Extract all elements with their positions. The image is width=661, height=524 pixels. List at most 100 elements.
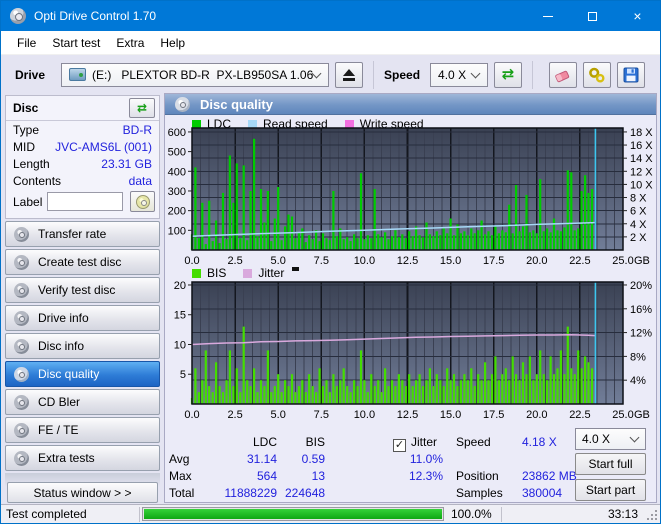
- svg-text:14 X: 14 X: [630, 153, 653, 165]
- disc-field-type: Type BD-R: [6, 121, 159, 138]
- progress-percent: 100.0%: [446, 505, 501, 523]
- max-jitter: 12.3%: [370, 469, 443, 483]
- bis-legend-label: BIS: [207, 266, 226, 280]
- tools-button[interactable]: [583, 62, 611, 88]
- max-ldc: 564: [205, 469, 277, 483]
- drive-letter: (E:): [92, 68, 111, 82]
- title-bar: Opti Drive Control 1.70 ×: [1, 1, 660, 31]
- speed-value: 4.0 X: [438, 68, 466, 82]
- avg-row-label: Avg: [169, 452, 189, 466]
- maximize-icon: [588, 12, 597, 21]
- tools-icon: [588, 66, 606, 84]
- svg-text:16%: 16%: [630, 304, 652, 316]
- toolbar-separator: [532, 61, 533, 89]
- svg-text:17.5: 17.5: [483, 255, 504, 267]
- sidebar-item-disc-quality[interactable]: Disc quality: [5, 361, 160, 387]
- app-disc-icon: [10, 8, 26, 24]
- speed-label: Speed: [384, 68, 420, 82]
- chevron-down-icon: [471, 68, 481, 78]
- refresh-drive-button[interactable]: ⇄: [494, 62, 522, 88]
- start-full-button[interactable]: Start full: [575, 453, 646, 475]
- sidebar-item-fe-te[interactable]: FE / TE: [5, 417, 160, 443]
- status-window-button[interactable]: Status window > >: [7, 482, 158, 503]
- jitter-checkbox-row[interactable]: ✓ Jitter: [393, 435, 437, 452]
- svg-text:10 X: 10 X: [630, 179, 653, 191]
- total-row-label: Total: [169, 486, 194, 500]
- jitter-column-header: Jitter: [411, 435, 437, 449]
- disc-icon: [14, 227, 29, 242]
- svg-text:8%: 8%: [630, 351, 646, 363]
- refresh-disc-button[interactable]: ⇄: [129, 98, 155, 118]
- save-icon: [622, 66, 640, 84]
- toolbar: Drive (E:) PLEXTOR BD-R PX-LB950SA 1.06 …: [1, 56, 660, 93]
- sidebar-item-transfer-rate[interactable]: Transfer rate: [5, 221, 160, 247]
- svg-text:25.0: 25.0: [612, 255, 633, 267]
- svg-text:300: 300: [168, 186, 186, 198]
- sidebar-item-extra-tests[interactable]: Extra tests: [5, 445, 160, 471]
- maximize-button[interactable]: [570, 1, 615, 31]
- write-label-button[interactable]: [130, 191, 155, 212]
- sidebar-item-disc-info[interactable]: Disc info: [5, 333, 160, 359]
- svg-text:100: 100: [168, 225, 186, 237]
- save-button[interactable]: [617, 62, 645, 88]
- elapsed-time: 33:13: [502, 505, 660, 523]
- svg-text:16 X: 16 X: [630, 140, 653, 152]
- disc-icon: [14, 339, 29, 354]
- progress-bar: [142, 507, 444, 521]
- svg-text:12.5: 12.5: [397, 409, 418, 421]
- svg-text:20%: 20%: [630, 281, 652, 292]
- disc-contents-link[interactable]: data: [129, 174, 152, 188]
- eject-button[interactable]: [335, 62, 363, 88]
- drive-select[interactable]: (E:) PLEXTOR BD-R PX-LB950SA 1.06: [61, 63, 329, 87]
- svg-text:500: 500: [168, 147, 186, 159]
- erase-disc-button[interactable]: [549, 62, 577, 88]
- speed-stat-label: Speed: [456, 435, 491, 449]
- disc-info-panel: Disc ⇄ Type BD-R MID JVC-AMS6L (001) Len…: [5, 95, 160, 219]
- stats-section: LDC BIS ✓Jitter Speed 4.18 X Avg 31.14 0…: [165, 426, 656, 502]
- total-ldc: 11888229: [205, 486, 277, 500]
- chevron-down-icon: [312, 68, 322, 78]
- svg-text:400: 400: [168, 166, 186, 178]
- speed-select[interactable]: 4.0 X: [430, 63, 488, 87]
- svg-text:8 X: 8 X: [630, 193, 647, 205]
- svg-text:7.5: 7.5: [314, 409, 329, 421]
- max-bis: 13: [285, 469, 325, 483]
- disc-icon: [14, 283, 29, 298]
- jitter-checkbox[interactable]: ✓: [393, 439, 406, 452]
- close-button[interactable]: ×: [615, 1, 660, 31]
- refresh-icon: ⇄: [502, 67, 515, 82]
- resize-grip[interactable]: [655, 518, 657, 520]
- sidebar-buttons: Transfer rate Create test disc Verify te…: [5, 221, 160, 473]
- disc-mid-value: JVC-AMS6L (001): [55, 140, 152, 154]
- test-speed-select[interactable]: 4.0 X: [575, 428, 646, 450]
- disc-icon: [136, 195, 150, 209]
- menu-bar: File Start test Extra Help: [1, 31, 660, 55]
- jitter-legend-swatch: [243, 269, 252, 278]
- disc-field-length: Length 23.31 GB: [6, 155, 159, 172]
- status-bar: Test completed 100.0% 33:13: [1, 504, 660, 523]
- sidebar-item-create-test-disc[interactable]: Create test disc: [5, 249, 160, 275]
- sidebar-item-cd-bler[interactable]: CD Bler: [5, 389, 160, 415]
- svg-text:2 X: 2 X: [630, 232, 647, 244]
- menu-help[interactable]: Help: [152, 32, 193, 54]
- bis-column-header: BIS: [285, 435, 325, 449]
- menu-file[interactable]: File: [9, 32, 44, 54]
- sidebar-item-verify-test-disc[interactable]: Verify test disc: [5, 277, 160, 303]
- svg-text:22.5: 22.5: [569, 255, 590, 267]
- ldc-column-header: LDC: [205, 435, 277, 449]
- disc-panel-title: Disc: [13, 101, 38, 115]
- label-input[interactable]: [47, 192, 123, 211]
- eraser-icon: [554, 66, 572, 84]
- minimize-button[interactable]: [525, 1, 570, 31]
- position-value: 23862 MB: [522, 469, 577, 483]
- menu-extra[interactable]: Extra: [108, 32, 152, 54]
- svg-text:25.0: 25.0: [612, 409, 633, 421]
- svg-text:20.0: 20.0: [526, 255, 547, 267]
- app-window: Opti Drive Control 1.70 × File Start tes…: [0, 0, 661, 524]
- svg-text:15.0: 15.0: [440, 255, 461, 267]
- bottom-chart-legend: BIS Jitter: [192, 266, 299, 280]
- menu-start-test[interactable]: Start test: [44, 32, 108, 54]
- position-label: Position: [456, 469, 499, 483]
- start-part-button[interactable]: Start part: [575, 479, 646, 501]
- sidebar-item-drive-info[interactable]: Drive info: [5, 305, 160, 331]
